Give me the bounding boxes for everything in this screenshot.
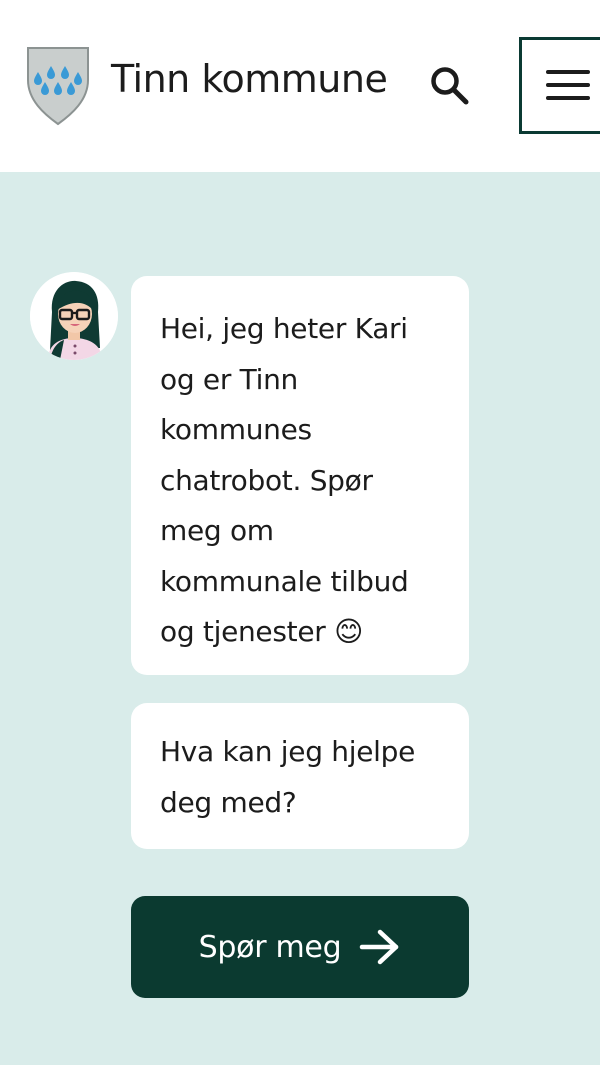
chatbot-kari-avatar-icon [30,272,118,360]
menu-button[interactable] [519,37,600,134]
hamburger-menu-icon [546,70,590,74]
chat-message-question: Hva kan jeg hjelpe deg med? [131,703,469,849]
hamburger-menu-icon-bottom [546,96,590,100]
site-name[interactable]: Tinn kommune [111,54,388,104]
hamburger-menu-icon-middle [546,83,590,87]
site-header: Tinn kommune [0,0,600,172]
arrow-right-icon [360,929,399,965]
search-icon [431,67,469,105]
chat-message-greeting: Hei, jeg heter Kari og er Tinn kommunes … [131,276,469,675]
chatbot-avatar [30,272,118,360]
ask-me-button[interactable]: Spør meg [131,896,469,998]
search-button[interactable] [424,60,476,112]
ask-me-button-label: Spør meg [198,929,342,965]
coat-of-arms-logo[interactable] [26,46,90,126]
shield-icon [27,47,89,126]
